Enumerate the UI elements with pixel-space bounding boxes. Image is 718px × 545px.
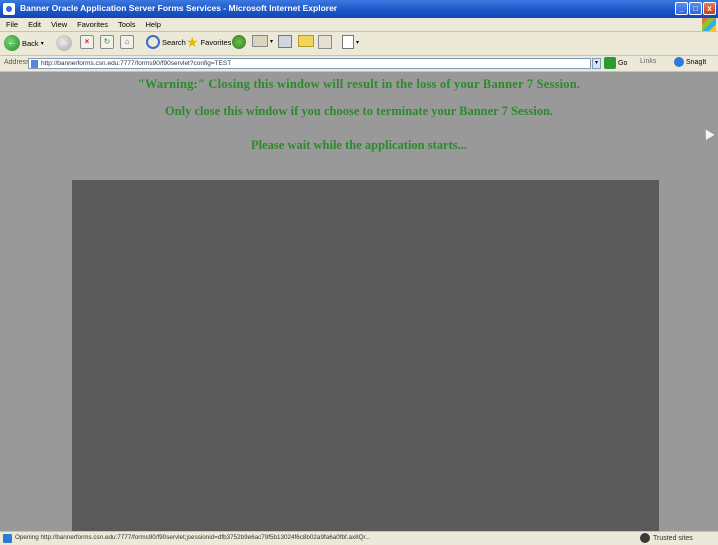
menu-favorites[interactable]: Favorites [77,20,108,29]
search-label: Search [162,37,186,47]
menu-file[interactable]: File [6,20,18,29]
ie-icon [3,3,15,15]
address-label: Address [4,59,30,66]
warning-message: "Warning:" Closing this window will resu… [137,77,581,91]
back-label: Back [22,38,39,48]
stop-icon[interactable]: × [80,35,94,49]
address-input[interactable]: http://bannerforms.csn.edu:7777/forms90/… [28,58,591,69]
window-controls: _ □ x [675,2,716,15]
snagit-label: SnagIt [686,58,707,66]
page-icon [31,60,38,68]
back-arrow-icon: ← [4,35,20,51]
status-bar: Opening http://bannerforms.csn.edu:7777/… [0,531,718,545]
menu-tools[interactable]: Tools [118,20,136,29]
snagit-button[interactable]: SnagIt [674,57,706,67]
document-icon[interactable] [342,35,354,49]
maximize-button[interactable]: □ [689,2,702,15]
messenger-icon[interactable] [318,35,332,49]
close-button[interactable]: x [703,2,716,15]
close-warning-message: Only close this window if you choose to … [164,104,554,118]
refresh-icon[interactable]: ↻ [100,35,114,49]
security-zone-label: Trusted sites [653,534,693,542]
mail-dropdown-icon[interactable]: ▾ [270,38,273,45]
go-arrow-icon [604,57,616,69]
links-button[interactable]: Links [640,58,656,65]
security-zone: Trusted sites [640,533,693,543]
minimize-button[interactable]: _ [675,2,688,15]
windows-logo-icon [702,18,716,31]
go-button[interactable]: Go [604,57,627,69]
print-icon[interactable] [278,35,292,48]
menu-help[interactable]: Help [146,20,161,29]
status-text: Opening http://bannerforms.csn.edu:7777/… [15,534,371,541]
forms-applet-area[interactable] [72,180,659,531]
address-dropdown-icon[interactable]: ▾ [592,58,601,69]
window-title-bar: Banner Oracle Application Server Forms S… [0,0,718,18]
forward-arrow-icon[interactable]: → [56,35,72,51]
snagit-icon [674,57,684,67]
history-icon[interactable] [232,35,246,49]
menu-bar: File Edit View Favorites Tools Help [0,18,718,32]
address-bar: Address http://bannerforms.csn.edu:7777/… [0,56,718,72]
back-button[interactable]: ← Back ▾ [4,35,44,51]
favorites-label: Favorites [200,37,232,47]
menu-view[interactable]: View [51,20,67,29]
document-dropdown-icon[interactable]: ▾ [356,39,359,46]
search-button[interactable]: Search [146,35,186,49]
trusted-sites-icon [640,533,650,543]
page-content: "Warning:" Closing this window will resu… [0,72,718,531]
go-label: Go [618,59,628,67]
menu-edit[interactable]: Edit [28,20,41,29]
toolbar: ← Back ▾ → × ↻ ⌂ Search ★ Favorites ▾ ▾ [0,32,718,56]
loading-page-icon [3,534,12,543]
favorites-star-icon: ★ [186,34,199,50]
loading-message: Please wait while the application starts… [251,138,467,152]
back-dropdown-icon[interactable]: ▾ [41,40,44,47]
window-title: Banner Oracle Application Server Forms S… [20,3,338,13]
favorites-button[interactable]: ★ Favorites [186,35,231,49]
search-icon [146,35,160,49]
folder-icon[interactable] [298,35,314,47]
mail-icon[interactable] [252,35,268,47]
home-icon[interactable]: ⌂ [120,35,134,49]
address-url: http://bannerforms.csn.edu:7777/forms90/… [41,60,232,67]
